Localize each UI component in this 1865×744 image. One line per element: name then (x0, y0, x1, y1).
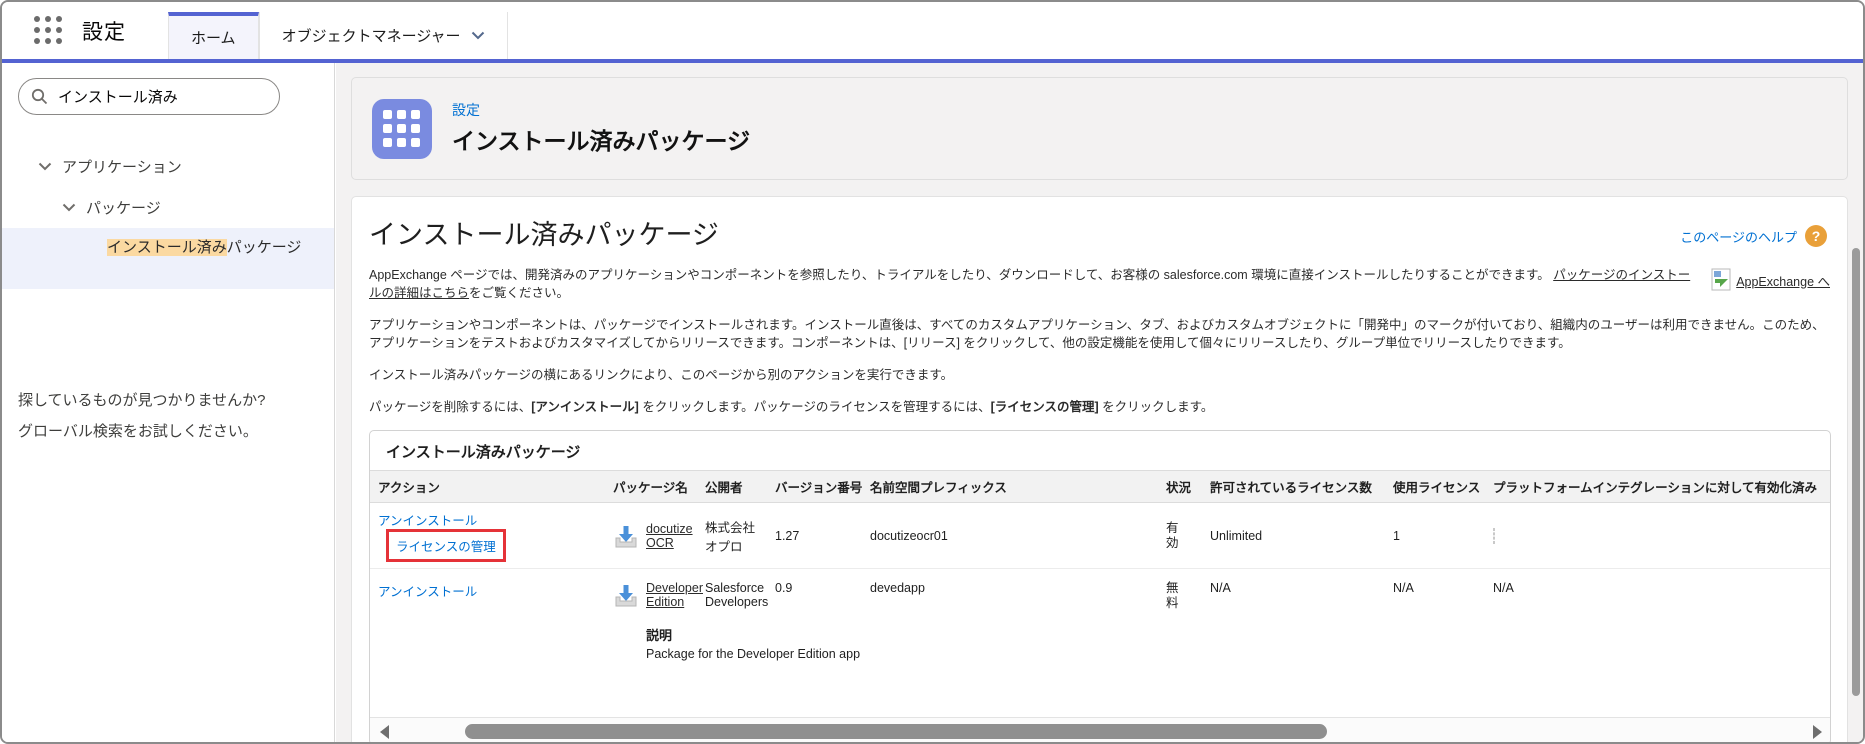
appexchange-link[interactable]: AppExchange へ (1736, 271, 1830, 290)
table-row-developer-edition: アンインストール Developer Edition 説明 Package fo… (370, 569, 1830, 717)
help-question-icon[interactable]: ? (1805, 225, 1827, 247)
status-cell: 有効 (1162, 502, 1202, 569)
package-description: 説明 Package for the Developer Edition app (646, 625, 976, 661)
col-action: アクション (370, 470, 605, 503)
page-header-eyebrow: 設定 (452, 102, 480, 118)
col-namespace: 名前空間プレフィックス (862, 470, 1162, 503)
scroll-left-arrow-icon[interactable] (380, 724, 389, 739)
description-text: Package for the Developer Edition app (646, 647, 861, 661)
platform-integration-cell: N/A (1493, 581, 1514, 595)
status-cell: 無料 (1166, 581, 1179, 610)
deploy-paragraph: アプリケーションやコンポーネントは、パッケージでインストールされます。インストー… (369, 318, 1825, 350)
appexchange-link-block[interactable]: AppExchange へ (1711, 268, 1830, 292)
package-download-icon[interactable] (613, 524, 639, 550)
app-window: 設定 ホーム オブジェクトマネージャー アプリケーション (0, 0, 1865, 744)
sidebar-not-found-text: 探しているものが見つかりませんか? グローバル検索をお試しください。 (18, 392, 266, 440)
sidebar-item-installed-packages[interactable]: インストール済みパッケージ (2, 228, 334, 289)
col-publisher: 公開者 (697, 470, 767, 503)
top-header-bar: 設定 ホーム オブジェクトマネージャー (2, 2, 1863, 59)
used-licenses-cell: 1 (1385, 502, 1485, 569)
uninstall-link[interactable]: アンインストール (378, 585, 477, 599)
content-heading: インストール済みパッケージ (369, 220, 719, 250)
page-help-link[interactable]: このページのヘルプ (1680, 227, 1797, 246)
scroll-right-arrow-icon[interactable] (1813, 724, 1822, 739)
package-download-icon[interactable] (613, 583, 639, 661)
installed-packages-table: アクション パッケージ名 公開者 バージョン番号 名前空間プレフィックス 状況 … (370, 470, 1830, 717)
content-card: このページのヘルプ ? インストール済みパッケージ AppExchange へ … (351, 196, 1848, 742)
col-status: 状況 (1162, 470, 1202, 503)
vertical-scrollbar-thumb[interactable] (1852, 248, 1860, 696)
col-version: バージョン番号 (767, 470, 862, 503)
allowed-licenses-cell: N/A (1210, 581, 1231, 595)
horizontal-scrollbar[interactable] (370, 716, 1830, 742)
table-header-row: アクション パッケージ名 公開者 バージョン番号 名前空間プレフィックス 状況 … (370, 470, 1830, 503)
manage-licenses-link[interactable]: ライセンスの管理 (396, 540, 496, 554)
horizontal-scrollbar-thumb[interactable] (465, 723, 1327, 739)
setup-app-label: 設定 (82, 20, 126, 44)
table-row-docutize-ocr: アンインストールライセンスの管理 docutize OCR 株式会社オプロ 1.… (370, 502, 1830, 569)
version-cell: 1.27 (767, 502, 862, 569)
col-package-name: パッケージ名 (605, 470, 697, 503)
installed-packages-table-card: インストール済みパッケージ アクション パッケージ名 公開者 バージョン番号 名… (369, 430, 1831, 742)
quick-find-input[interactable] (58, 88, 258, 105)
uninstall-link[interactable]: アンインストール (378, 514, 477, 528)
setup-nav-tabs: ホーム オブジェクトマネージャー (168, 12, 508, 59)
disabled-checkbox (1493, 527, 1495, 544)
table-scroll-area: アクション パッケージ名 公開者 バージョン番号 名前空間プレフィックス 状況 … (370, 470, 1830, 717)
actions-cell: アンインストール (370, 569, 605, 717)
platform-integration-cell (1485, 502, 1830, 569)
intro-paragraph: AppExchange ページでは、開発済みのアプリケーションやコンポーネントを… (369, 268, 1691, 300)
red-highlight-box: ライセンスの管理 (386, 528, 506, 562)
sidebar-item-installed-packages-label: インストール済みパッケージ (107, 239, 302, 256)
quick-find-searchbox[interactable] (18, 78, 280, 115)
description-label: 説明 (646, 628, 673, 643)
setup-sidebar: アプリケーション パッケージ インストール済みパッケージ 探しているものが見つか… (2, 63, 335, 742)
chevron-down-icon[interactable] (38, 162, 52, 171)
search-match-highlight: インストール済み (107, 239, 227, 256)
app-launcher-waffle-icon[interactable] (34, 15, 64, 46)
setup-grid-icon (372, 99, 432, 159)
chevron-down-icon (471, 31, 485, 40)
package-name-link[interactable]: Developer Edition (646, 581, 703, 609)
publisher-cell: 株式会社オプロ (697, 502, 767, 569)
namespace-cell: docutizeocr01 (862, 502, 1162, 569)
allowed-licenses-cell: Unlimited (1202, 502, 1385, 569)
col-allowed-licenses: 許可されているライセンス数 (1202, 470, 1385, 503)
package-name-link[interactable]: docutize OCR (646, 522, 693, 550)
search-icon (31, 88, 48, 105)
uninstall-paragraph: パッケージを削除するには、[アンインストール] をクリックします。パッケージのラ… (369, 400, 1214, 414)
main-content-region: 設定 インストール済みパッケージ このページのヘルプ ? インストール済みパッケ… (336, 63, 1863, 742)
image-placeholder-icon (1711, 268, 1733, 292)
col-platform-integration: プラットフォームインテグレーションに対して有効化済み (1485, 470, 1830, 503)
table-title: インストール済みパッケージ (386, 444, 581, 461)
tab-object-manager[interactable]: オブジェクトマネージャー (258, 12, 508, 59)
col-used-licenses: 使用ライセンス (1385, 470, 1485, 503)
actions-cell: アンインストールライセンスの管理 (370, 502, 605, 569)
sidebar-item-applications[interactable]: アプリケーション (38, 156, 182, 177)
vertical-scrollbar[interactable] (1852, 198, 1861, 736)
sidebar-item-packages[interactable]: パッケージ (62, 197, 161, 218)
tab-home[interactable]: ホーム (168, 12, 259, 59)
actions-paragraph: インストール済みパッケージの横にあるリンクにより、このページから別のアクションを… (369, 368, 954, 382)
chevron-down-icon[interactable] (62, 203, 76, 212)
help-row: このページのヘルプ ? (1680, 225, 1827, 247)
package-name-cell: Developer Edition 説明 Package for the Dev… (605, 569, 860, 717)
used-licenses-cell: N/A (1393, 581, 1414, 595)
package-name-cell: docutize OCR (605, 502, 697, 569)
page-header-card: 設定 インストール済みパッケージ (351, 77, 1848, 180)
page-header-title: インストール済みパッケージ (452, 128, 751, 154)
